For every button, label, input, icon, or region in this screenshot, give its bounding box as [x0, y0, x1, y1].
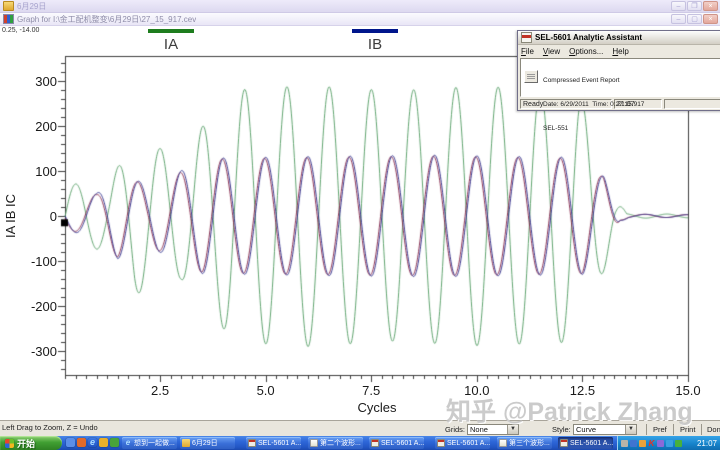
taskbar-button-label: SEL-5601 A... — [258, 440, 301, 447]
sel-icon — [248, 439, 256, 447]
taskbar-button-4[interactable]: 第二个波形... — [308, 437, 363, 449]
menu-options[interactable]: Options... — [569, 47, 603, 56]
safety-icon[interactable] — [621, 440, 628, 447]
legend-swatch — [352, 29, 398, 33]
ie-icon: e — [124, 439, 132, 447]
network-icon[interactable] — [630, 440, 637, 447]
minimize-button[interactable]: – — [671, 1, 686, 11]
doc-icon — [499, 439, 507, 447]
start-button[interactable]: 开始 — [0, 436, 62, 450]
background-window-title: 6月29日 — [17, 1, 46, 12]
quick-launch-bar: e» — [66, 438, 127, 447]
report-line-3: SEL-551 — [543, 125, 644, 133]
start-label: 开始 — [17, 437, 35, 450]
minimize-button[interactable]: – — [671, 14, 686, 24]
graph-window-buttons: –▢× — [671, 14, 718, 24]
y-tick-label: 200 — [17, 119, 57, 134]
taskbar-button-label: 第二个波形... — [320, 438, 361, 448]
sel-logo-icon — [521, 32, 532, 43]
y-tick-label: -200 — [17, 299, 57, 314]
taskbar-button-label: SEL-5601 A... — [447, 440, 490, 447]
close-button[interactable]: × — [703, 14, 718, 24]
legend-label: IA — [148, 36, 194, 53]
done-button[interactable]: Done — [701, 424, 720, 435]
y-axis-label: IA IB IC — [3, 182, 17, 250]
x-axis-label: Cycles — [346, 400, 408, 415]
taskbar-button-label: SEL-5601 A... — [570, 440, 613, 447]
mail-icon[interactable] — [99, 438, 108, 447]
y-tick-label: 100 — [17, 164, 57, 179]
taskbar-button-1[interactable]: e想到一起做... — [122, 437, 177, 449]
taskbar: 开始 e» e想到一起做...6月29日SEL-5601 A...第二个波形..… — [0, 436, 720, 450]
kingsoft-icon[interactable]: K — [648, 440, 655, 447]
windows-logo-icon — [5, 439, 14, 448]
taskbar-button-7[interactable]: 第三个波形... — [497, 437, 552, 449]
maximize-button[interactable]: ▢ — [687, 14, 702, 24]
legend-item-ia[interactable]: IA — [148, 29, 194, 53]
status-spacer — [664, 99, 720, 109]
report-line-2: Date: 6/29/2011 Time: 0:27:15.917 — [543, 101, 644, 109]
media-player-icon[interactable] — [77, 438, 86, 447]
y-tick-label: -300 — [17, 344, 57, 359]
assistant-window: SEL-5601 Analytic Assistant File View Opti… — [517, 30, 720, 111]
taskbar-button-label: 6月29日 — [192, 438, 218, 448]
tray-clock: 21:07 — [697, 439, 717, 448]
legend-swatch — [148, 29, 194, 33]
taskbar-button-5[interactable]: SEL-5601 A... — [369, 437, 424, 449]
taskbar-button-label: 第三个波形... — [509, 438, 550, 448]
folder-icon — [182, 439, 190, 447]
zoom-hint-text: Left Drag to Zoom, Z = Undo — [2, 423, 98, 432]
graph-window-title: Graph for I:\金工配机整变\6月29日\27_15_917.cev — [17, 14, 196, 25]
watermark: 知乎 @Patrick Zhang — [446, 392, 693, 428]
x-tick-label: 5.0 — [246, 383, 286, 398]
legend-label: IB — [352, 36, 398, 53]
y-tick-label: 300 — [17, 74, 57, 89]
folder-icon — [3, 1, 14, 11]
sel-icon — [371, 439, 379, 447]
doc-icon — [310, 439, 318, 447]
taskbar-button-label: 想到一起做... — [134, 438, 175, 448]
show-desktop-icon[interactable] — [110, 438, 119, 447]
report-line-1: Compressed Event Report — [543, 77, 644, 85]
taskbar-button-8[interactable]: SEL-5601 A... — [558, 437, 613, 449]
tray-icons: K — [621, 440, 684, 447]
cursor-coordinate-readout: 0.25, -14.00 — [2, 27, 39, 34]
legend-item-ib[interactable]: IB — [352, 29, 398, 53]
assistant-menubar: File View Options... Help — [518, 45, 720, 57]
system-tray: K 21:07 — [617, 436, 720, 450]
background-window-titlebar[interactable]: 6月29日 –❐× — [0, 0, 720, 13]
menu-file[interactable]: File — [521, 47, 534, 56]
y-tick-label: 0 — [17, 209, 57, 224]
volume-icon[interactable] — [639, 440, 646, 447]
taskbar-button-label: SEL-5601 A... — [381, 440, 424, 447]
event-report-text: Compressed Event Report Date: 6/29/2011 … — [543, 61, 644, 149]
restore-button[interactable]: ❐ — [687, 1, 702, 11]
ie-icon[interactable]: e — [88, 438, 97, 447]
messenger-icon[interactable] — [66, 438, 75, 447]
event-report-list: Compressed Event Report Date: 6/29/2011 … — [520, 58, 720, 97]
y-tick-label: -100 — [17, 254, 57, 269]
assistant-window-title: SEL-5601 Analytic Assistant — [535, 33, 642, 42]
display-icon[interactable] — [666, 440, 673, 447]
input-method-icon[interactable] — [657, 440, 664, 447]
power-icon[interactable] — [675, 440, 682, 447]
sel-icon — [437, 439, 445, 447]
taskbar-button-3[interactable]: SEL-5601 A... — [246, 437, 301, 449]
event-report-item-button[interactable] — [524, 70, 538, 83]
menu-view[interactable]: View — [543, 47, 560, 56]
sel-icon — [560, 439, 568, 447]
taskbar-button-6[interactable]: SEL-5601 A... — [435, 437, 490, 449]
graph-document-icon — [3, 14, 14, 24]
menu-help[interactable]: Help — [612, 47, 628, 56]
graph-window-titlebar[interactable]: Graph for I:\金工配机整变\6月29日\27_15_917.cev … — [0, 13, 720, 26]
screen: 6月29日 –❐× Graph for I:\金工配机整变\6月29日\27_1… — [0, 0, 720, 450]
taskbar-button-2[interactable]: 6月29日 — [180, 437, 235, 449]
background-window-buttons: –❐× — [671, 1, 718, 11]
x-tick-label: 2.5 — [140, 383, 180, 398]
x-tick-label: 7.5 — [351, 383, 391, 398]
close-button[interactable]: × — [703, 1, 718, 11]
assistant-window-titlebar[interactable]: SEL-5601 Analytic Assistant — [518, 31, 720, 45]
